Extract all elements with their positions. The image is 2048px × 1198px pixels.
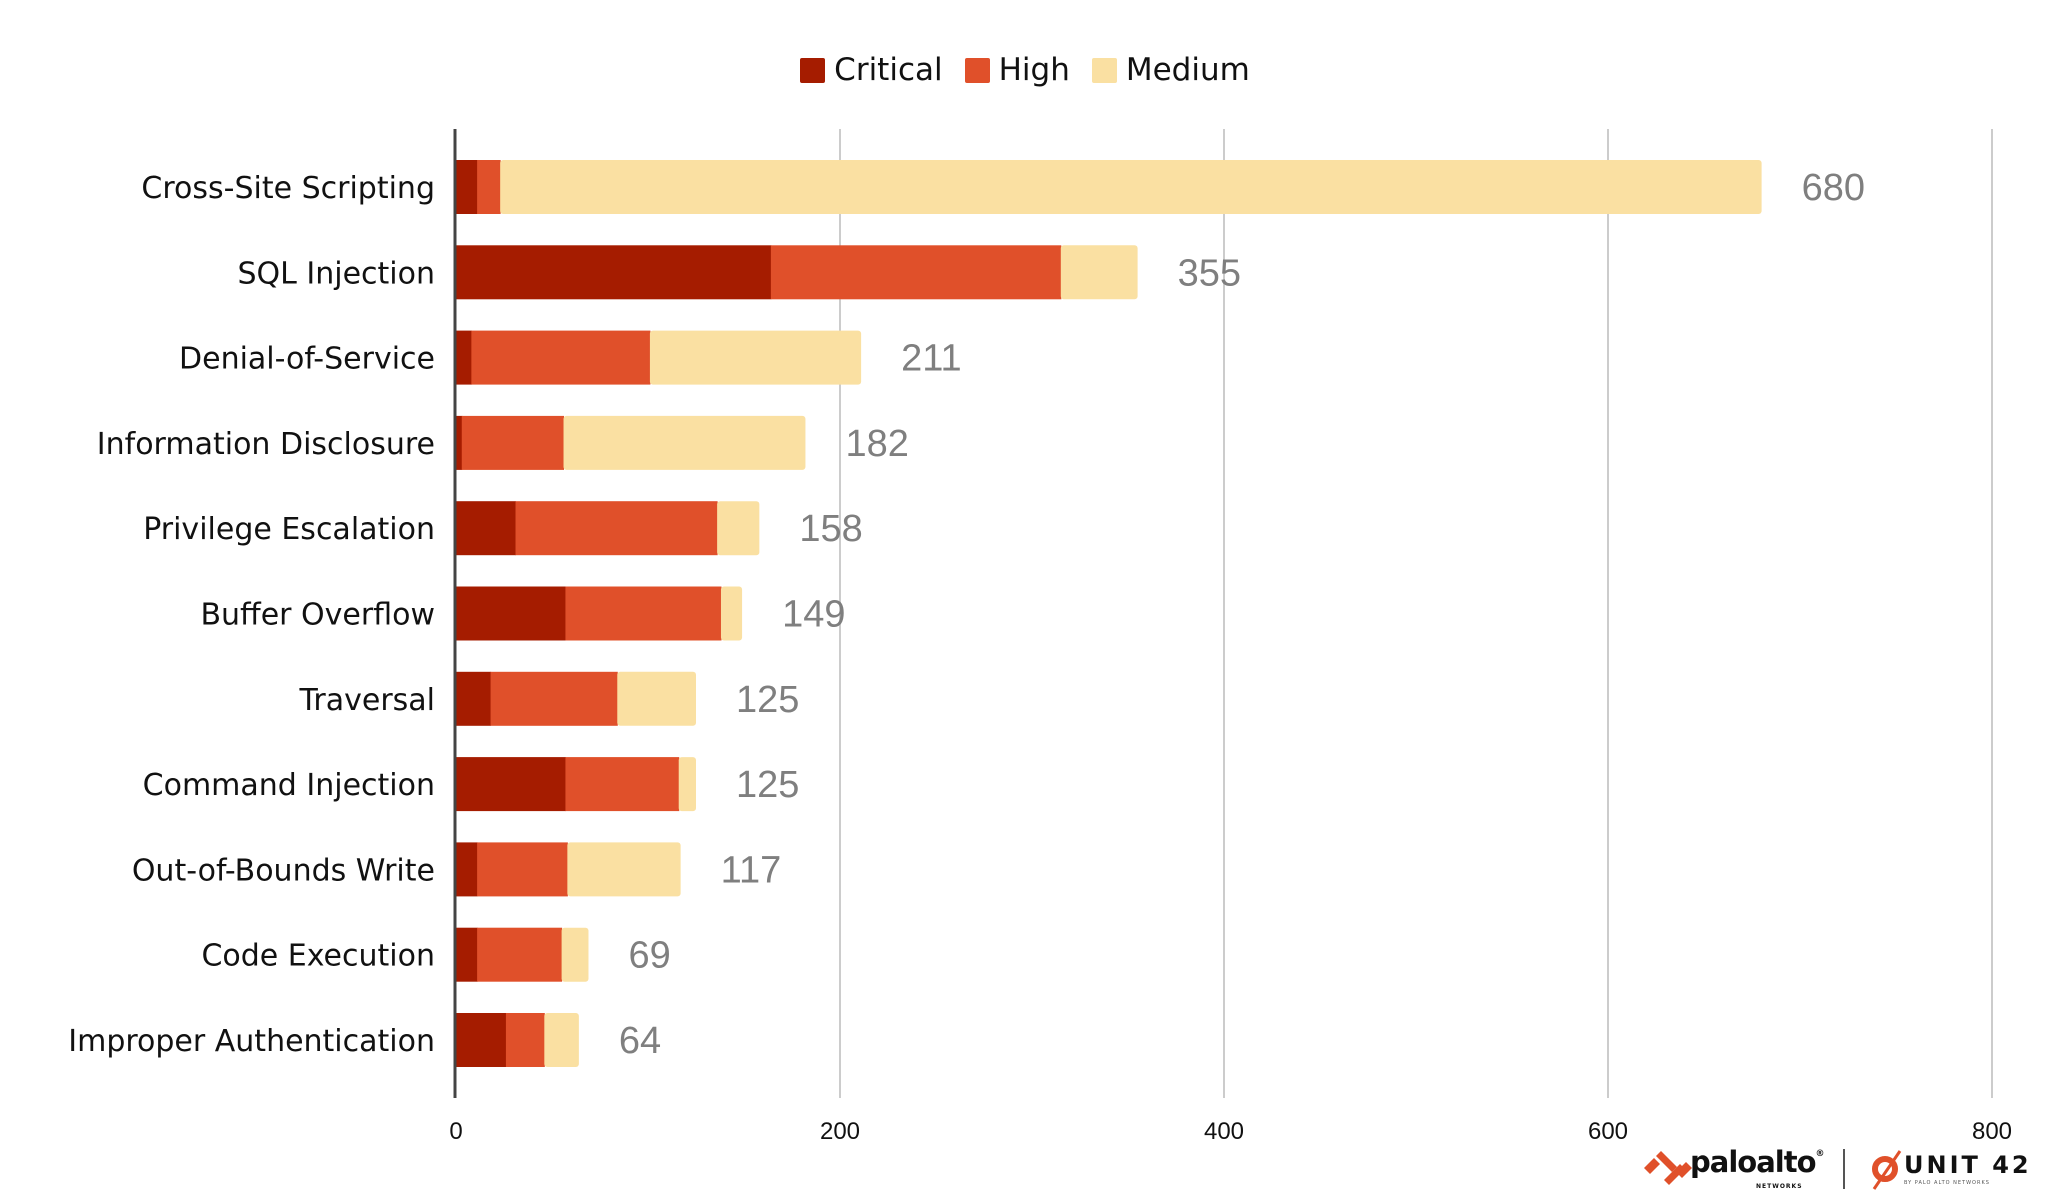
total-label: 125 (736, 764, 799, 806)
category-label: Out-of-Bounds Write (132, 853, 435, 888)
bar-segment-medium (567, 842, 681, 897)
bar-segment-medium (717, 501, 760, 556)
bar-segment-critical (456, 1013, 507, 1067)
bars (456, 160, 1762, 1067)
unit42-wordmark: UNIT 42 (1904, 1151, 2032, 1179)
paloalto-subtitle: NETWORKS (1756, 1183, 1803, 1190)
category-label: Code Execution (201, 939, 435, 974)
logo-divider (1843, 1149, 1845, 1189)
bar-segment-medium (678, 757, 696, 812)
bar-segment-medium (720, 586, 743, 641)
x-tick-label: 0 (449, 1118, 462, 1145)
category-label: Buffer Overflow (200, 598, 435, 633)
bar-group (456, 1013, 579, 1067)
paloalto-logo-icon (1644, 1151, 1692, 1185)
bar-segment-medium (563, 415, 806, 470)
bar-segment-critical (456, 671, 492, 726)
branding-logos: paloalto® NETWORKS UNIT 42 BY PALO ALTO … (1640, 1143, 2048, 1198)
total-label: 125 (736, 679, 799, 721)
x-tick-label: 200 (820, 1118, 860, 1145)
category-label: Denial-of-Service (179, 342, 435, 377)
unit42-logo-icon (1872, 1150, 1902, 1190)
x-tick-label: 800 (1972, 1118, 2012, 1145)
category-labels: Cross-Site Scripting SQL Injection Denial-… (68, 171, 435, 1059)
bar-segment-high (505, 1013, 545, 1067)
bar-group (456, 415, 806, 470)
bar-group (456, 501, 760, 556)
bar-segment-high (515, 501, 718, 556)
category-label: Improper Authentication (68, 1024, 435, 1059)
bar-group (456, 671, 696, 726)
paloalto-name: paloalto (1690, 1145, 1816, 1179)
category-label: Privilege Escalation (143, 512, 435, 547)
bar-segment-high (770, 245, 1062, 300)
total-label: 182 (845, 423, 908, 465)
total-labels: 680 355 211 182 158 149 125 125 117 69 64 (619, 167, 1865, 1062)
total-label: 117 (721, 849, 782, 891)
bar-segment-medium (561, 927, 589, 982)
bar-segment-high (461, 415, 565, 470)
bar-segment-high (477, 927, 563, 982)
bar-segment-critical (456, 586, 566, 641)
bar-group (456, 842, 681, 897)
category-label: Command Injection (143, 768, 435, 803)
bar-segment-critical (456, 415, 463, 470)
total-label: 355 (1178, 252, 1241, 294)
bar-segment-high (477, 842, 568, 897)
bar-segment-medium (649, 330, 862, 385)
total-label: 158 (799, 508, 862, 550)
bar-segment-critical (456, 501, 517, 556)
bar-segment-medium (1060, 245, 1138, 300)
unit42-subtitle: BY PALO ALTO NETWORKS (1904, 1180, 1990, 1186)
bar-group (456, 160, 1762, 214)
category-label: SQL Injection (237, 256, 435, 291)
bar-group (456, 586, 743, 641)
bar-segment-high (477, 160, 501, 214)
x-tick-labels: 0 200 400 600 800 (449, 1118, 2012, 1145)
bar-segment-high (565, 586, 722, 641)
bar-segment-high (471, 330, 651, 385)
bar-segment-medium (617, 671, 696, 726)
stacked-bar-chart: Cross-Site Scripting SQL Injection Denial-… (68, 129, 2012, 1145)
category-label: Traversal (298, 683, 435, 718)
bar-segment-critical (456, 757, 566, 812)
x-tick-label: 600 (1588, 1118, 1628, 1145)
total-label: 211 (901, 338, 962, 380)
bar-segment-high (565, 757, 680, 812)
bar-segment-medium (544, 1013, 579, 1067)
bar-group (456, 330, 862, 385)
bar-segment-critical (456, 160, 478, 214)
total-label: 680 (1802, 167, 1865, 209)
bar-segment-medium (500, 160, 1762, 214)
bar-segment-critical (456, 927, 478, 982)
bar-group (456, 757, 696, 812)
total-label: 64 (619, 1020, 661, 1062)
paloalto-wordmark: paloalto® (1690, 1145, 1825, 1179)
total-label: 149 (782, 594, 845, 636)
x-tick-label: 400 (1204, 1118, 1244, 1145)
category-label: Information Disclosure (97, 427, 435, 462)
bar-group (456, 927, 589, 982)
bar-segment-critical (456, 330, 472, 385)
bar-segment-critical (456, 245, 772, 300)
bar-segment-critical (456, 842, 478, 897)
category-label: Cross-Site Scripting (141, 171, 435, 206)
bar-group (456, 245, 1138, 300)
bar-segment-high (490, 671, 618, 726)
total-label: 69 (628, 935, 670, 977)
